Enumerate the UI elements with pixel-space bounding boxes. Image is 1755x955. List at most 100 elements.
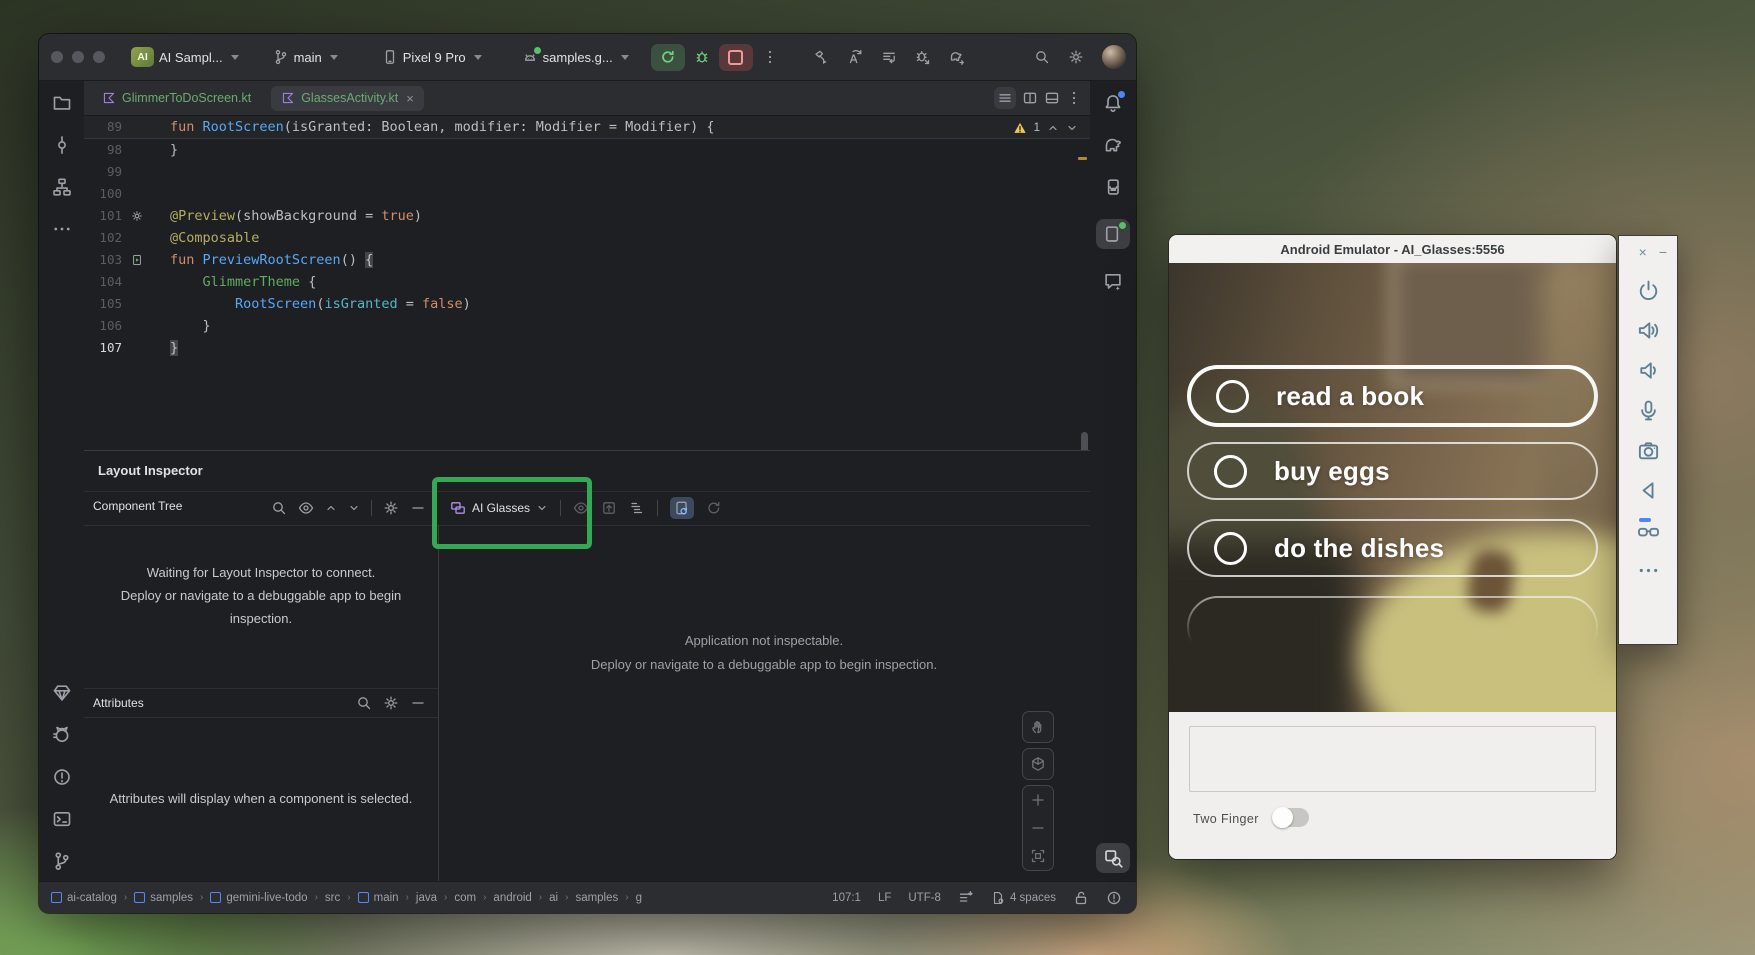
more-run-options-icon[interactable]	[762, 49, 778, 65]
search-icon[interactable]	[356, 695, 372, 711]
emulator-minimize-icon[interactable]: −	[1659, 244, 1667, 260]
hide-panel-icon[interactable]	[410, 500, 426, 516]
inspection-widget[interactable]: 1	[1013, 119, 1078, 137]
encoding-widget[interactable]: UTF-8	[908, 892, 941, 904]
code-line-98[interactable]: 98}	[84, 139, 1090, 161]
breadcrumb-item[interactable]: java	[416, 892, 437, 904]
breadcrumb-item[interactable]: main	[358, 892, 399, 904]
prev-warning-icon[interactable]	[1047, 122, 1059, 134]
version-control-icon[interactable]	[52, 851, 72, 871]
layout-inspector-toggle-selected[interactable]	[1096, 843, 1130, 873]
editor-list-view-icon[interactable]	[994, 87, 1016, 109]
gear-icon[interactable]	[383, 695, 399, 711]
run-configuration-selector[interactable]: samples.g...	[522, 49, 629, 65]
run-button[interactable]	[651, 44, 685, 71]
next-warning-icon[interactable]	[1066, 122, 1078, 134]
window-zoom-button[interactable]	[93, 51, 105, 63]
notifications-bell-icon[interactable]	[1103, 93, 1123, 113]
zoom-out-button[interactable]	[1023, 814, 1053, 842]
code-line-105[interactable]: 105 RootScreen(isGranted = false)	[84, 293, 1090, 315]
project-tool-icon[interactable]	[52, 93, 72, 113]
build-run-icon[interactable]	[813, 49, 829, 65]
code-line-106[interactable]: 106 }	[84, 315, 1090, 337]
export-snapshot-icon[interactable]	[601, 500, 617, 516]
indent-widget[interactable]: 4 spaces	[991, 891, 1056, 905]
zoom-in-button[interactable]	[1023, 786, 1053, 814]
live-mode-toggle-selected[interactable]	[670, 497, 694, 519]
todo-item[interactable]: buy eggs	[1187, 442, 1598, 500]
gear-icon[interactable]	[383, 500, 399, 516]
hide-panel-icon[interactable]	[410, 695, 426, 711]
two-finger-toggle[interactable]	[1272, 808, 1309, 827]
code-line-102[interactable]: 102@Composable	[84, 227, 1090, 249]
code-line-107[interactable]: 107}	[84, 337, 1090, 359]
project-selector[interactable]: AI AI Sampl...	[131, 47, 239, 67]
problems-icon[interactable]	[52, 767, 72, 787]
process-dropdown[interactable]: AI Glasses	[450, 500, 548, 516]
user-avatar[interactable]	[1102, 45, 1126, 69]
attach-debugger-icon[interactable]	[915, 49, 931, 65]
running-devices-tool-selected[interactable]	[1096, 219, 1130, 249]
code-line-101[interactable]: 101@Preview(showBackground = true)	[84, 205, 1090, 227]
code-line-100[interactable]: 100	[84, 183, 1090, 205]
emulator-screen[interactable]: read a bookbuy eggsdo the dishes	[1169, 263, 1616, 712]
code-line-89[interactable]: 89fun RootScreen(isGranted: Boolean, mod…	[84, 116, 1090, 139]
emulator-close-icon[interactable]: ×	[1639, 244, 1647, 260]
window-close-button[interactable]	[51, 51, 63, 63]
zoom-fit-button[interactable]	[1023, 842, 1053, 870]
tree-settings-icon[interactable]	[629, 500, 645, 516]
breadcrumb-item[interactable]: samples	[575, 892, 618, 904]
breadcrumb-item[interactable]: android	[493, 892, 531, 904]
volume-up-button[interactable]	[1637, 319, 1660, 342]
breadcrumb-item[interactable]: ai-catalog	[51, 892, 117, 904]
terminal-icon[interactable]	[52, 809, 72, 829]
editor-layout-icon[interactable]	[1044, 90, 1060, 106]
structure-tool-icon[interactable]	[52, 177, 72, 197]
device-selector[interactable]: Pixel 9 Pro	[382, 49, 482, 65]
close-tab-icon[interactable]: ×	[406, 91, 414, 106]
refresh-icon[interactable]	[706, 500, 722, 516]
collapse-down-icon[interactable]	[348, 502, 360, 514]
camera-button[interactable]	[1637, 439, 1660, 462]
more-controls-button[interactable]	[1637, 559, 1660, 582]
code-line-104[interactable]: 104 GlimmerTheme {	[84, 271, 1090, 293]
tab-options-icon[interactable]	[1066, 90, 1082, 106]
readonly-lock-icon[interactable]	[1073, 890, 1089, 906]
breadcrumb-item[interactable]: src	[325, 892, 340, 904]
vcs-branch-selector[interactable]: main	[273, 49, 338, 65]
recent-actions-icon[interactable]	[881, 49, 897, 65]
radio-circle-icon[interactable]	[1214, 532, 1247, 565]
todo-item[interactable]: do the dishes	[1187, 519, 1598, 577]
commit-tool-icon[interactable]	[52, 135, 72, 155]
run-preview-gutter-icon[interactable]	[122, 249, 152, 271]
code-line-103[interactable]: 103fun PreviewRootScreen() {	[84, 249, 1090, 271]
logcat-icon[interactable]	[52, 725, 72, 745]
sync-translate-icon[interactable]	[847, 49, 863, 65]
inspection-marker[interactable]	[1078, 157, 1087, 160]
breadcrumb-item[interactable]: gemini-live-todo	[210, 892, 307, 904]
live-updates-eye-icon[interactable]	[573, 500, 589, 516]
search-everywhere-icon[interactable]	[1034, 49, 1050, 65]
preview-settings-gutter-icon[interactable]	[122, 205, 152, 227]
mode-3d-button[interactable]	[1022, 748, 1054, 780]
breadcrumb-item[interactable]: samples	[134, 892, 193, 904]
search-icon[interactable]	[271, 500, 287, 516]
app-quality-insights-icon[interactable]	[52, 683, 72, 703]
expand-up-icon[interactable]	[325, 502, 337, 514]
gemini-chat-icon[interactable]	[1103, 271, 1123, 291]
stop-button[interactable]	[719, 44, 753, 71]
code-line-99[interactable]: 99	[84, 161, 1090, 183]
line-separator-widget[interactable]: LF	[878, 892, 891, 904]
debug-button[interactable]	[694, 49, 710, 65]
panel-divider[interactable]	[438, 525, 439, 881]
breadcrumb-item[interactable]: ai	[549, 892, 558, 904]
pan-hand-button[interactable]	[1022, 711, 1054, 743]
tab-glassesactivity[interactable]: GlassesActivity.kt ×	[271, 86, 424, 111]
emulator-titlebar[interactable]: Android Emulator - AI_Glasses:5556	[1169, 235, 1616, 264]
tab-glimmertodoscreen[interactable]: GlimmerToDoScreen.kt	[92, 86, 261, 110]
todo-item-partial[interactable]	[1187, 596, 1598, 651]
ai-glasses-button[interactable]	[1637, 519, 1660, 542]
view-options-eye-icon[interactable]	[298, 500, 314, 516]
more-tool-windows-icon[interactable]	[52, 219, 72, 239]
volume-down-button[interactable]	[1637, 359, 1660, 382]
